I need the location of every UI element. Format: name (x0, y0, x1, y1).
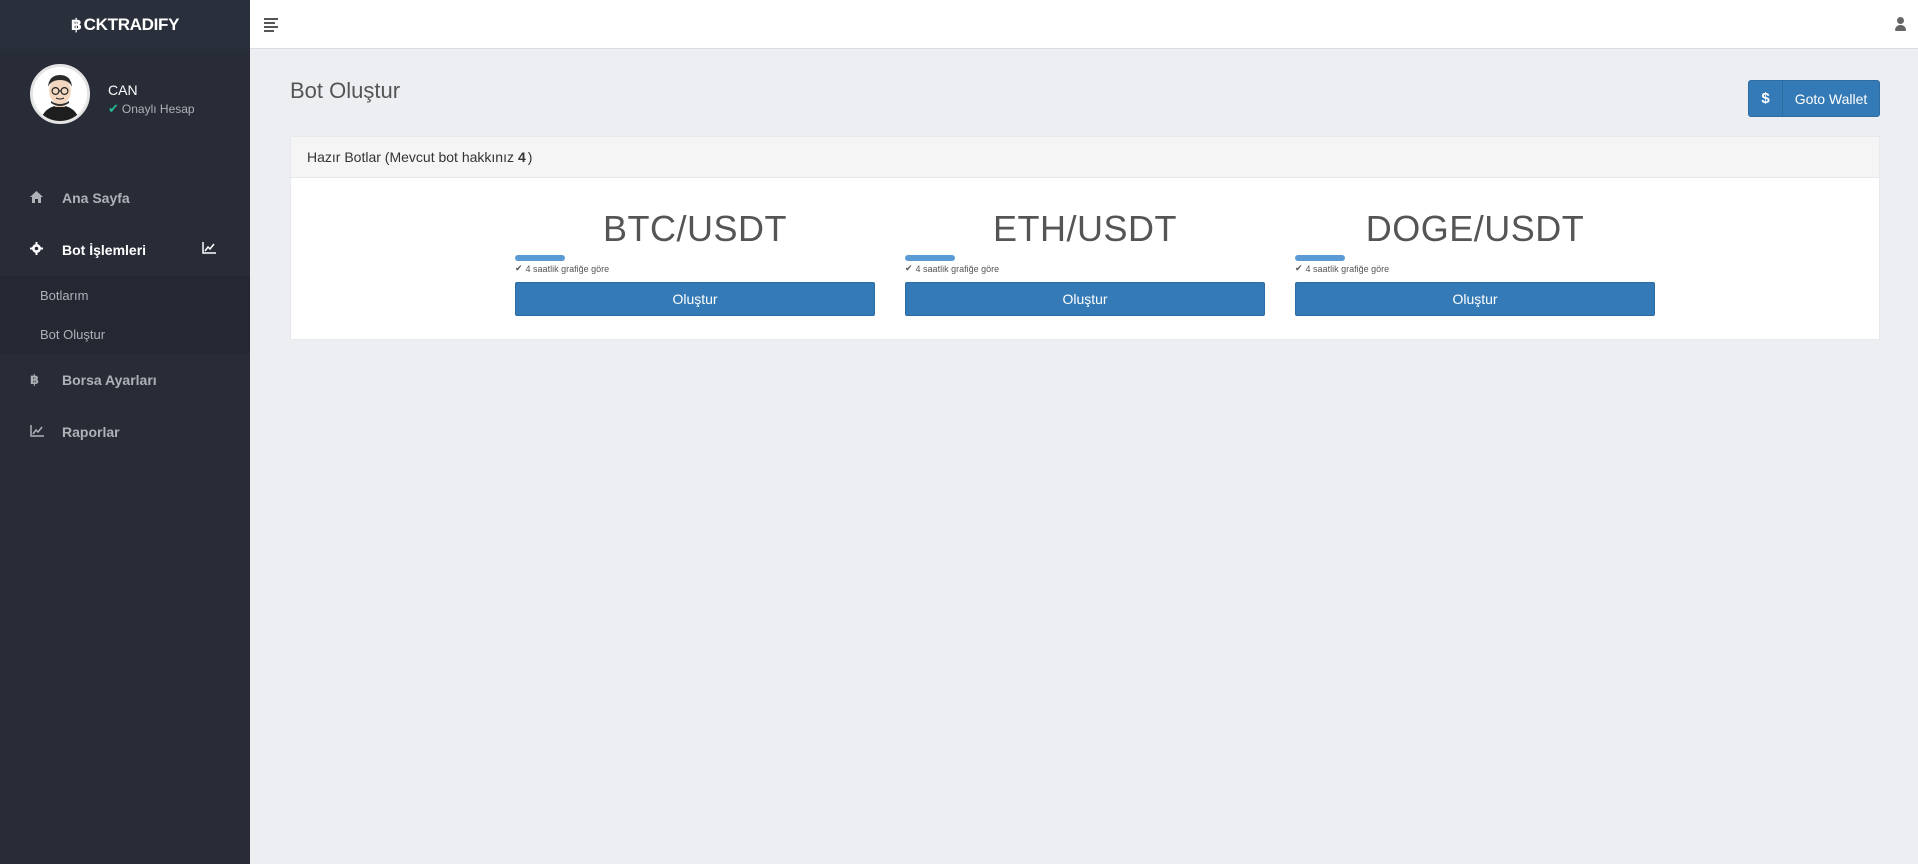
check-icon: ✔ (515, 263, 523, 273)
top-navbar (250, 0, 1918, 49)
bot-indicator-bar (515, 255, 565, 261)
brand-logo[interactable]: ฿ CKTRADIFY (0, 0, 250, 49)
bot-quota-count: 4 (517, 149, 526, 165)
submenu-item-label: Bot Oluştur (40, 327, 106, 342)
bot-feature: ✔ 4 saatlik grafiğe göre (1295, 263, 1655, 274)
user-icon[interactable] (1894, 17, 1906, 31)
sidebar-submenu: Botlarım Bot Oluştur (0, 276, 250, 354)
create-bot-button[interactable]: Oluştur (515, 282, 875, 316)
panel-heading-suffix: ) (527, 149, 533, 165)
profile-status: ✔ Onaylı Hesap (108, 101, 195, 117)
submenu-item-bot-olustur[interactable]: Bot Oluştur (0, 315, 250, 354)
check-icon: ✔ (1295, 263, 1303, 273)
bot-pair-name: BTC/USDT (603, 208, 787, 249)
menu-toggle-icon[interactable] (264, 18, 278, 34)
sidebar-item-label: Borsa Ayarları (62, 372, 157, 388)
sidebar-item-label: Raporlar (62, 424, 120, 440)
bot-feature: ✔ 4 saatlik grafiğe göre (515, 263, 875, 274)
bot-feature-label: 4 saatlik grafiğe göre (915, 263, 1000, 274)
bot-feature: ✔ 4 saatlik grafiğe göre (905, 263, 1265, 274)
goto-wallet-button[interactable]: $ Goto Wallet (1748, 80, 1880, 117)
home-icon (30, 190, 62, 206)
create-bot-button[interactable]: Oluştur (905, 282, 1265, 316)
line-chart-icon (30, 424, 62, 440)
profile-name: CAN (108, 82, 138, 98)
bitcoin-icon: ฿ (70, 16, 82, 34)
sidebar: ฿ CKTRADIFY CAN ✔ Onaylı Hesap Ana Sayfa… (0, 0, 250, 864)
bot-card-doge: DOGE/USDT ✔ 4 saatlik grafiğe göre Oluşt… (1295, 205, 1655, 316)
check-icon: ✔ (108, 101, 119, 116)
bot-indicator-bar (1295, 255, 1345, 261)
bot-feature-label: 4 saatlik grafiğe göre (525, 263, 610, 274)
bot-card-eth: ETH/USDT ✔ 4 saatlik grafiğe göre Oluştu… (905, 205, 1265, 316)
sidebar-menu: Ana Sayfa Bot İşlemleri Botlarım Bot Olu… (0, 172, 250, 458)
bot-card-btc: BTC/USDT ✔ 4 saatlik grafiğe göre Oluştu… (515, 205, 875, 316)
bot-feature-label: 4 saatlik grafiğe göre (1305, 263, 1390, 274)
avatar (30, 64, 90, 124)
create-bot-button[interactable]: Oluştur (1295, 282, 1655, 316)
sidebar-item-raporlar[interactable]: Raporlar (0, 406, 250, 458)
panel-heading: Hazır Botlar (Mevcut bot hakkınız 4 ) (291, 137, 1879, 178)
brand-name: CKTRADIFY (83, 14, 180, 34)
submenu-item-label: Botlarım (40, 288, 89, 303)
submenu-item-botlarim[interactable]: Botlarım (0, 276, 250, 315)
page-title: Bot Oluştur (290, 78, 401, 103)
sidebar-item-borsa-ayarlari[interactable]: ฿ Borsa Ayarları (0, 354, 250, 406)
line-chart-icon (202, 241, 216, 257)
profile-status-label: Onaylı Hesap (121, 102, 195, 116)
bot-indicator-bar (905, 255, 955, 261)
sidebar-item-ana-sayfa[interactable]: Ana Sayfa (0, 172, 250, 224)
goto-wallet-label: Goto Wallet (1794, 90, 1868, 107)
bitcoin-icon: ฿ (30, 372, 40, 387)
ready-bots-panel: Hazır Botlar (Mevcut bot hakkınız 4 ) BT… (290, 136, 1880, 340)
check-icon: ✔ (905, 263, 913, 273)
bot-pair-name: ETH/USDT (993, 208, 1177, 249)
sidebar-item-label: Bot İşlemleri (62, 242, 147, 258)
dollar-icon: $ (1749, 81, 1783, 116)
sidebar-item-label: Ana Sayfa (62, 190, 130, 206)
sidebar-item-bot-islemleri[interactable]: Bot İşlemleri (0, 224, 250, 276)
bot-pair-name: DOGE/USDT (1365, 208, 1585, 249)
gear-icon (30, 242, 62, 258)
profile (0, 49, 250, 149)
panel-heading-prefix: Hazır Botlar (Mevcut bot hakkınız (307, 149, 514, 165)
